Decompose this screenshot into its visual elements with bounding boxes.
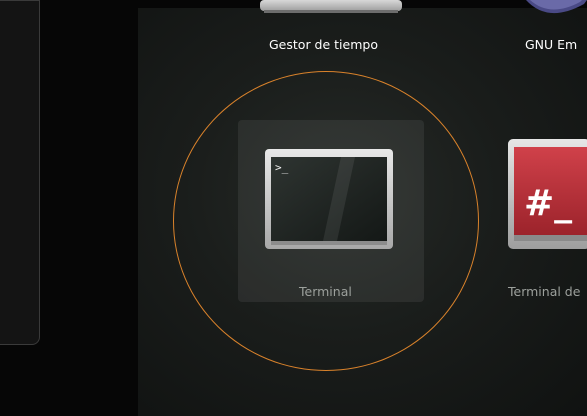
app-label: Gestor de tiempo	[269, 37, 378, 52]
dock-panel	[0, 0, 40, 345]
root-terminal-icon: #_	[508, 139, 587, 249]
app-label: GNU Em	[525, 37, 578, 52]
emacs-icon	[526, 0, 587, 14]
clock-app-icon	[260, 0, 402, 13]
app-label: Terminal de	[508, 284, 581, 299]
screen: Gestor de tiempo GNU Em >_ Terminal #_ T…	[0, 0, 587, 416]
highlight-circle	[173, 71, 479, 371]
svg-text:#_: #_	[524, 183, 572, 224]
